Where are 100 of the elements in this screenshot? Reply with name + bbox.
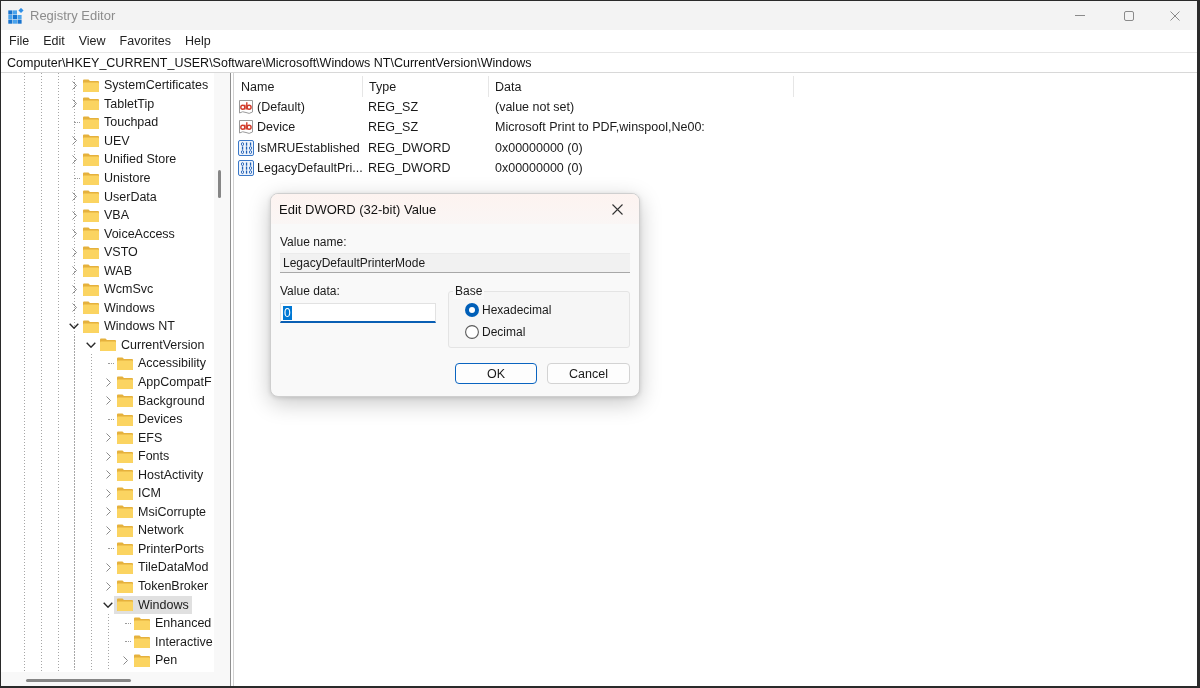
chevron-right-icon[interactable] [71, 229, 77, 239]
chevron-right-icon[interactable] [105, 451, 111, 461]
tree-item[interactable]: TileDataMod [114, 558, 212, 577]
tree-item[interactable]: ICM [114, 484, 164, 503]
tree-item[interactable]: CurrentVersion [97, 335, 208, 354]
folder-icon [83, 115, 99, 129]
tree-item[interactable]: TokenBroker [114, 577, 212, 596]
field-label: Value data: [280, 283, 340, 299]
tree-item[interactable]: Devices [114, 410, 186, 429]
folder-icon [117, 394, 133, 408]
value-name[interactable]: LegacyDefaultPri... [238, 159, 365, 178]
tree-item[interactable]: Touchpad [80, 113, 162, 132]
tree-item[interactable]: Fonts [114, 447, 173, 466]
folder-icon [117, 431, 133, 445]
chevron-right-icon[interactable] [71, 80, 77, 90]
chevron-right-icon[interactable] [71, 247, 77, 257]
chevron-down-icon[interactable] [69, 323, 79, 330]
value-name-field[interactable]: LegacyDefaultPrinterMode [280, 253, 630, 273]
chevron-right-icon[interactable] [105, 433, 111, 443]
tree-item[interactable]: Background [114, 391, 208, 410]
folder-icon [117, 468, 133, 482]
chevron-right-icon[interactable] [105, 470, 111, 480]
tree-item[interactable]: UEV [80, 131, 133, 150]
column-header[interactable]: Type [363, 76, 489, 97]
chevron-right-icon[interactable] [105, 563, 111, 572]
radio-option[interactable]: Hexadecimal [465, 299, 552, 321]
value-name[interactable]: IsMRUEstablished [238, 138, 362, 157]
tree-item[interactable]: Windows [114, 595, 192, 614]
column-header[interactable]: Data [489, 76, 794, 97]
folder-icon [83, 152, 99, 166]
value-name[interactable]: (Default) [238, 98, 307, 117]
close-icon [611, 203, 623, 215]
menu-item[interactable]: Help [178, 32, 218, 50]
tree-item[interactable]: Interactive [131, 632, 216, 651]
scrollbar-thumb[interactable] [26, 679, 131, 682]
tree-item[interactable]: Pen [131, 651, 181, 670]
chevron-right-icon[interactable] [71, 192, 77, 202]
tree-item[interactable]: AppCompatF [114, 373, 215, 391]
column-header[interactable]: Name [234, 76, 363, 97]
chevron-right-icon[interactable] [122, 655, 128, 665]
value-type: REG_DWORD [367, 161, 451, 176]
value-name[interactable]: Device [238, 118, 298, 137]
value-type: REG_SZ [367, 120, 418, 135]
tree-item[interactable]: UserData [80, 187, 160, 206]
tree-item[interactable]: VBA [80, 206, 132, 225]
chevron-right-icon[interactable] [105, 396, 111, 406]
radio-option[interactable]: Decimal [465, 321, 526, 343]
chevron-right-icon[interactable] [71, 284, 77, 294]
chevron-right-icon[interactable] [71, 266, 77, 276]
chevron-right-icon[interactable] [105, 525, 111, 535]
tree-item[interactable]: VSTO [80, 243, 141, 262]
chevron-right-icon[interactable] [71, 99, 77, 109]
tree-item[interactable]: WAB [80, 261, 135, 280]
tree-item[interactable]: HostActivity [114, 465, 207, 484]
address-bar[interactable]: Computer\HKEY_CURRENT_USER\Software\Microsoft\Windows NT\CurrentVersion\Windows [1, 52, 1197, 73]
tree-item[interactable]: Unistore [80, 169, 154, 187]
tree-item[interactable]: Enhanced [131, 614, 215, 633]
chevron-down-icon[interactable] [103, 601, 113, 608]
chevron-right-icon[interactable] [71, 136, 77, 146]
folder-icon [117, 505, 133, 519]
folder-icon [117, 542, 133, 556]
chevron-right-icon[interactable] [71, 210, 77, 220]
tree-item[interactable]: EFS [114, 428, 166, 447]
menu-item[interactable]: File [2, 32, 37, 50]
chevron-right-icon[interactable] [71, 303, 77, 313]
menu-item[interactable]: View [71, 32, 113, 50]
tree-item[interactable]: SystemCertificates [80, 76, 212, 95]
chevron-right-icon[interactable] [105, 377, 111, 387]
folder-icon [117, 561, 133, 574]
menu-item[interactable]: Favorites [112, 32, 178, 50]
folder-icon [83, 319, 99, 333]
menu-item[interactable]: Edit [36, 32, 72, 50]
tree-item[interactable]: WcmSvc [80, 280, 157, 299]
chevron-right-icon[interactable] [105, 581, 111, 591]
tree-item[interactable]: VoiceAccess [80, 224, 178, 243]
value-type: REG_SZ [367, 100, 418, 115]
tree-item[interactable]: PrinterPorts [114, 539, 207, 558]
folder-icon [117, 356, 133, 370]
ok-button[interactable]: OK [455, 363, 537, 384]
folder-icon [100, 338, 116, 352]
tree-item[interactable]: Network [114, 521, 187, 540]
tree-item[interactable]: TabletTip [80, 94, 158, 113]
chevron-right-icon[interactable] [71, 154, 77, 164]
folder-icon [83, 227, 99, 241]
chevron-down-icon[interactable] [86, 341, 96, 348]
folder-icon [117, 579, 133, 593]
tree-item[interactable]: MsiCorrupte [114, 502, 210, 521]
chevron-right-icon[interactable] [105, 488, 111, 498]
folder-icon [83, 245, 99, 259]
folder-icon [83, 171, 99, 185]
tree-item[interactable]: Accessibility [114, 354, 210, 373]
tree-item[interactable]: Windows NT [80, 317, 178, 336]
value-data-field[interactable]: 0 [280, 303, 436, 323]
cancel-button[interactable]: Cancel [547, 363, 630, 384]
folder-icon [83, 78, 99, 92]
tree-item[interactable]: Unified Store [80, 150, 180, 169]
scrollbar-thumb[interactable] [218, 170, 221, 198]
tree-item[interactable]: Windows [80, 298, 158, 317]
window-title: Registry Editor [30, 8, 116, 23]
chevron-right-icon[interactable] [105, 507, 111, 517]
